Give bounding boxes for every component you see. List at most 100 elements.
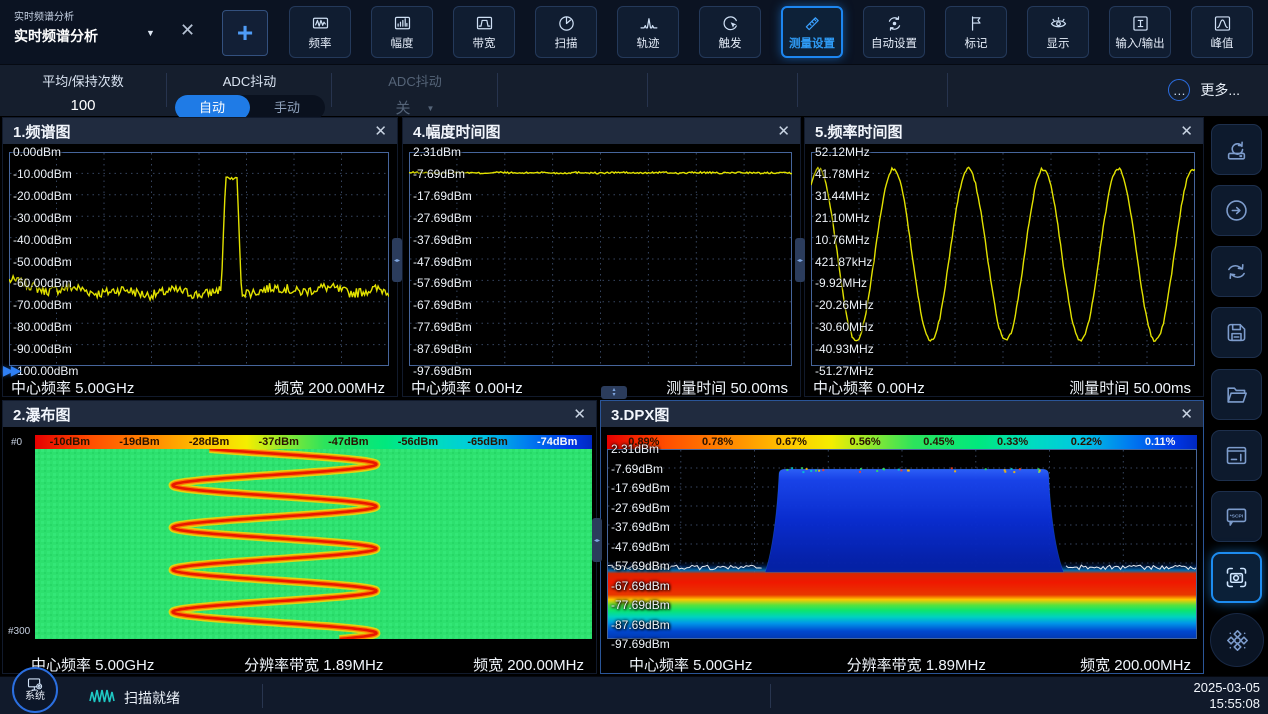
add-tab-button[interactable]: +: [222, 10, 268, 56]
amplitude_time-trace: [409, 152, 792, 366]
scan-wave-icon: [88, 686, 116, 706]
splitter-handle-left-right-icon[interactable]: ◂▸: [392, 238, 402, 282]
close-icon[interactable]: ✕: [573, 405, 586, 423]
span-label: 频宽 200.00MHz: [473, 654, 584, 675]
sidebar-button-run[interactable]: [1211, 185, 1262, 236]
waterfall-heatmap: [35, 449, 592, 639]
marker-icon: [966, 13, 987, 34]
panel-title: 5.频率时间图: [815, 121, 903, 142]
sidebar-button-restart[interactable]: [1211, 246, 1262, 297]
toolbar-button-marker[interactable]: 标记: [945, 6, 1007, 58]
scale-tick-label: -19dBm: [105, 435, 175, 449]
adc-jitter-cell: ADC抖动 自动 手动: [167, 65, 332, 116]
scale-tick-label: 0.45%: [902, 435, 976, 449]
auto-settings-icon: [884, 13, 905, 34]
sidebar-button-layout[interactable]: [1211, 430, 1262, 481]
scale-tick-label: 0.78%: [681, 435, 755, 449]
splitter-handle-up-down-icon[interactable]: ▴▾: [601, 386, 627, 399]
close-icon[interactable]: ✕: [1180, 122, 1193, 140]
toolbar-button-frequency[interactable]: 频率: [289, 6, 351, 58]
peak-icon: [1212, 13, 1233, 34]
divider: [497, 73, 498, 107]
tab-close-icon[interactable]: ✕: [180, 20, 195, 41]
toolbar-button-bandwidth[interactable]: 带宽: [453, 6, 515, 58]
sidebar-button-save[interactable]: [1211, 307, 1262, 358]
adc-jitter-state-cell[interactable]: ADC抖动 关▼: [333, 65, 497, 116]
measure-settings-icon: [802, 13, 823, 34]
panel-title: 3.DPX图: [611, 404, 669, 425]
avg-hold-cell[interactable]: 平均/保持次数 100: [0, 65, 166, 116]
avg-hold-label: 平均/保持次数: [0, 71, 166, 90]
more-button[interactable]: … 更多...: [1168, 79, 1240, 101]
toolbar-button-trace[interactable]: 轨迹: [617, 6, 679, 58]
save-icon: [1223, 319, 1250, 346]
input-output-icon: [1130, 13, 1151, 34]
amplitude-time-plot: 2.31dBm-7.69dBm-17.69dBm-27.69dBm-37.69d…: [409, 152, 792, 371]
toolbar-button-label: 输入/输出: [1115, 35, 1164, 51]
close-icon[interactable]: ✕: [777, 122, 790, 140]
system-gear-icon: [27, 678, 43, 691]
toolbar-button-trigger[interactable]: 触发: [699, 6, 761, 58]
sidebar-button-screenshot[interactable]: [1211, 552, 1262, 603]
spectrum-plot: 0.00dBm-10.00dBm-20.00dBm-30.00dBm-40.00…: [9, 152, 389, 371]
adc-jitter-label: ADC抖动: [167, 71, 332, 90]
panel-amplitude-time: 4.幅度时间图 ✕ 2.31dBm-7.69dBm-17.69dBm-27.69…: [402, 117, 801, 397]
rbw-label: 分辨率带宽 1.89MHz: [244, 654, 383, 675]
toolbar-button-label: 标记: [965, 35, 988, 51]
toolbar-button-display[interactable]: 显示: [1027, 6, 1089, 58]
panel-footer: 中心频率 5.00GHz 分辨率带宽 1.89MHz 频宽 200.00MHz: [3, 650, 596, 678]
close-icon[interactable]: ✕: [374, 122, 387, 140]
toolbar-button-sweep[interactable]: 扫描: [535, 6, 597, 58]
amplitude-icon: [392, 13, 413, 34]
center-frequency-label: 中心频率 0.00Hz: [411, 377, 523, 398]
adc-jitter-state-value[interactable]: 关▼: [333, 97, 497, 118]
panel-header: 2.瀑布图 ✕: [3, 401, 596, 427]
avg-hold-value[interactable]: 100: [0, 97, 166, 114]
tab-title[interactable]: 实时频谱分析: [14, 26, 98, 46]
status-time: 15:55:08: [1194, 696, 1261, 712]
panel-title: 2.瀑布图: [13, 404, 71, 425]
display-icon: [1048, 13, 1069, 34]
panel-header: 5.频率时间图 ✕: [805, 118, 1203, 144]
splitter-handle-left-right-icon[interactable]: ◂▸: [795, 238, 805, 282]
tab-dropdown-caret-icon[interactable]: ▼: [146, 28, 155, 38]
sidebar-button-navigate[interactable]: [1210, 613, 1264, 667]
span-label: 频宽 200.00MHz: [1080, 654, 1191, 675]
divider: [262, 684, 263, 708]
divider: [947, 73, 948, 107]
divider: [797, 73, 798, 107]
sweep-icon: [556, 13, 577, 34]
toolbar-button-input-output[interactable]: 输入/输出: [1109, 6, 1171, 58]
scale-tick-label: -56dBm: [383, 435, 453, 449]
toolbar-button-auto-settings[interactable]: 自动设置: [863, 6, 925, 58]
expand-panel-chevrons-icon[interactable]: ▶▶: [3, 362, 19, 379]
waterfall-color-scale: -10dBm-19dBm-28dBm-37dBm-47dBm-56dBm-65d…: [35, 435, 592, 449]
panel-footer: 中心频率 0.00Hz 测量时间 50.00ms: [805, 373, 1203, 401]
recall-icon: [1223, 136, 1250, 163]
dpx-heatmap: [607, 449, 1197, 639]
scale-tick-label: -28dBm: [174, 435, 244, 449]
toolbar-button-label: 带宽: [473, 35, 496, 51]
panel-waterfall: 2.瀑布图 ✕ -10dBm-19dBm-28dBm-37dBm-47dBm-5…: [2, 400, 597, 674]
sidebar-button-recall[interactable]: [1211, 124, 1262, 175]
y-tick-label: -97.69dBm: [611, 637, 670, 651]
trigger-icon: [720, 13, 741, 34]
frequency-icon: [310, 13, 331, 34]
toolbar-button-amplitude[interactable]: 幅度: [371, 6, 433, 58]
panel-header: 1.频谱图 ✕: [3, 118, 397, 144]
close-icon[interactable]: ✕: [1180, 405, 1193, 423]
scale-tick-label: 0.56%: [828, 435, 902, 449]
system-button[interactable]: 系统: [12, 667, 58, 713]
splitter-handle-left-right-icon[interactable]: ◂▸: [592, 518, 602, 562]
toolbar-button-label: 测量设置: [789, 35, 835, 51]
panel-header: 4.幅度时间图 ✕: [403, 118, 800, 144]
panel-title: 1.频谱图: [13, 121, 71, 142]
panel-footer: 中心频率 5.00GHz 频宽 200.00MHz: [3, 373, 397, 401]
status-bar: 系统 扫描就绪 2025-03-05 15:55:08: [0, 676, 1268, 714]
toolbar-button-measure-settings[interactable]: 测量设置: [781, 6, 843, 58]
toolbar-button-peak[interactable]: 峰值: [1191, 6, 1253, 58]
timestamp: 2025-03-05 15:55:08: [1194, 680, 1261, 712]
sidebar-button-scpi[interactable]: *SCPI: [1211, 491, 1262, 542]
measure-time-label: 测量时间 50.00ms: [1069, 377, 1191, 398]
sidebar-button-open-folder[interactable]: [1211, 369, 1262, 420]
